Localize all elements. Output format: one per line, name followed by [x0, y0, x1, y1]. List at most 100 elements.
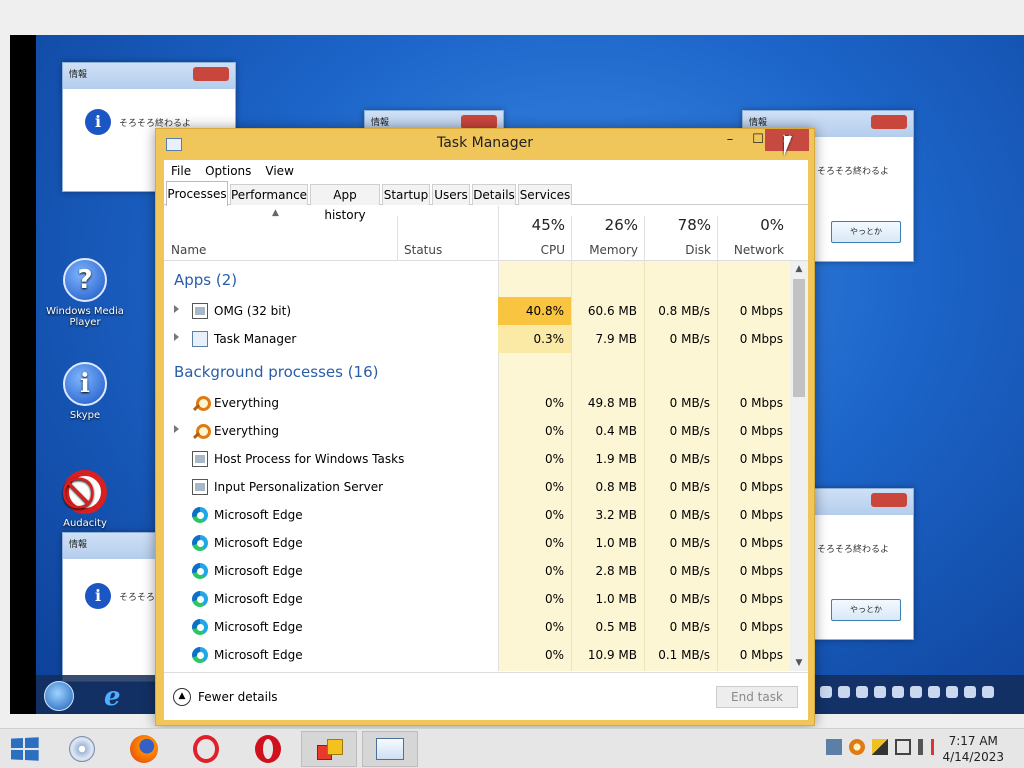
search-icon[interactable] [849, 739, 865, 755]
chevron-up-icon[interactable]: ▲ [173, 688, 191, 706]
taskbar-app-opera[interactable] [240, 731, 296, 767]
menu-file[interactable]: File [171, 164, 191, 178]
process-disk: 0.8 MB/s [658, 304, 710, 318]
title-bar[interactable]: Task Manager – ☐ ✕ [156, 129, 814, 160]
process-row[interactable]: Everything 0% 49.8 MB 0 MB/s 0 Mbps [164, 389, 790, 417]
tab-services[interactable]: Services [518, 184, 572, 205]
tab-performance[interactable]: Performance [230, 184, 308, 205]
end-task-button[interactable]: End task [716, 686, 798, 708]
system-clock[interactable]: 7:17 AM 4/14/2023 [942, 733, 1004, 765]
fewer-details-link[interactable]: Fewer details [198, 690, 278, 704]
message-box-close-button[interactable] [871, 115, 907, 129]
tray-icon[interactable] [856, 686, 868, 698]
tab-details[interactable]: Details [472, 184, 516, 205]
process-cpu: 0% [544, 480, 564, 494]
windows-start-icon[interactable] [11, 737, 39, 761]
process-row[interactable]: OMG (32 bit) 40.8% 60.6 MB 0.8 MB/s 0 Mbps [164, 297, 790, 325]
tray-icon[interactable] [874, 686, 886, 698]
flag-icon[interactable] [872, 739, 888, 755]
desktop-icon-media-player[interactable]: ? Windows Media Player [40, 258, 130, 328]
search-icon [192, 395, 211, 411]
column-memory[interactable]: 26% Memory [571, 206, 644, 261]
column-disk-label: Disk [685, 243, 711, 257]
tray-icon[interactable] [982, 686, 994, 698]
menu-bar: File Options View [164, 160, 808, 181]
edge-icon [192, 647, 208, 663]
expand-arrow-icon[interactable] [174, 333, 179, 341]
column-disk[interactable]: 78% Disk [644, 206, 717, 261]
tray-icon[interactable] [946, 686, 958, 698]
speaker-muted-icon[interactable] [918, 739, 934, 755]
process-row[interactable]: Microsoft Edge 0% 1.0 MB 0 MB/s 0 Mbps [164, 585, 790, 613]
host-taskbar: 7:17 AM 4/14/2023 [0, 728, 1024, 768]
task-manager-icon [192, 331, 208, 347]
process-cpu: 0% [544, 620, 564, 634]
process-row[interactable]: Microsoft Edge 0% 10.9 MB 0.1 MB/s 0 Mbps [164, 641, 790, 669]
scrollbar-thumb[interactable] [793, 279, 805, 397]
prohibited-icon: ⃠ [63, 470, 107, 514]
process-name: Host Process for Windows Tasks [214, 452, 405, 466]
message-box-close-button[interactable] [871, 493, 907, 507]
process-row[interactable]: Microsoft Edge 0% 3.2 MB 0 MB/s 0 Mbps [164, 501, 790, 529]
menu-view[interactable]: View [265, 164, 293, 178]
process-network: 0 Mbps [739, 564, 783, 578]
message-box-close-button[interactable] [461, 115, 497, 129]
tray-icon[interactable] [892, 686, 904, 698]
taskbar-app-task-manager[interactable] [362, 731, 418, 767]
message-box-ok-button[interactable]: やっとか [831, 599, 901, 621]
tray-icon[interactable] [910, 686, 922, 698]
monitor-icon[interactable] [826, 739, 842, 755]
expand-arrow-icon[interactable] [174, 305, 179, 313]
minimize-button[interactable]: – [716, 129, 744, 151]
tab-app-history[interactable]: App history [310, 184, 380, 222]
process-network: 0 Mbps [739, 536, 783, 550]
taskbar-app-tiles[interactable] [301, 731, 357, 767]
taskbar-app-firefox[interactable] [116, 731, 172, 767]
expand-arrow-icon[interactable] [174, 425, 179, 433]
process-row[interactable]: Input Personalization Server 0% 0.8 MB 0 MB… [164, 473, 790, 501]
vertical-scrollbar[interactable]: ▲ ▼ [790, 261, 808, 671]
process-memory: 1.0 MB [595, 536, 637, 550]
internet-explorer-icon[interactable]: e [104, 682, 121, 712]
desktop-icon-audacity[interactable]: ⃠ Audacity [40, 470, 130, 529]
column-status[interactable]: Status [398, 206, 498, 261]
tab-processes[interactable]: Processes [166, 181, 228, 206]
process-cpu: 0% [544, 564, 564, 578]
column-network[interactable]: 0% Network [717, 206, 790, 261]
process-row[interactable]: Microsoft Edge 0% 1.0 MB 0 MB/s 0 Mbps [164, 529, 790, 557]
info-icon: i [63, 362, 107, 406]
desktop-icon-skype[interactable]: i Skype [40, 362, 130, 421]
taskbar-app-disc[interactable] [54, 731, 110, 767]
process-memory: 10.9 MB [587, 648, 637, 662]
tab-startup[interactable]: Startup [382, 184, 430, 205]
clock-date: 4/14/2023 [942, 750, 1004, 764]
process-name: Everything [214, 396, 279, 410]
tray-icon[interactable] [964, 686, 976, 698]
process-memory: 0.8 MB [595, 480, 637, 494]
process-list: Apps (2) OMG (32 bit) 40.8% 60.6 MB 0.8 MB/s… [164, 261, 790, 671]
group-header: Apps (2) [164, 261, 790, 297]
taskbar-app-opera-outline[interactable] [178, 731, 234, 767]
scroll-down-icon[interactable]: ▼ [790, 655, 808, 671]
column-cpu[interactable]: 45% CPU [498, 206, 571, 261]
process-memory: 1.0 MB [595, 592, 637, 606]
column-name[interactable]: Name [164, 206, 397, 261]
tray-icon[interactable] [838, 686, 850, 698]
tray-icon[interactable] [928, 686, 940, 698]
tray-icon[interactable] [820, 686, 832, 698]
menu-options[interactable]: Options [205, 164, 251, 178]
process-row[interactable]: Microsoft Edge 0% 0.5 MB 0 MB/s 0 Mbps [164, 613, 790, 641]
message-box-ok-button[interactable]: やっとか [831, 221, 901, 243]
tab-users[interactable]: Users [432, 184, 470, 205]
process-row[interactable]: Host Process for Windows Tasks 0% 1.9 MB 0 … [164, 445, 790, 473]
process-row[interactable]: Microsoft Edge 0% 2.8 MB 0 MB/s 0 Mbps [164, 557, 790, 585]
process-row[interactable]: Everything 0% 0.4 MB 0 MB/s 0 Mbps [164, 417, 790, 445]
network-icon[interactable] [895, 739, 911, 755]
network-total: 0% [760, 216, 784, 234]
process-row[interactable]: Task Manager 0.3% 7.9 MB 0 MB/s 0 Mbps [164, 325, 790, 353]
guest-start-orb[interactable] [44, 681, 74, 711]
process-network: 0 Mbps [739, 480, 783, 494]
message-box-close-button[interactable] [193, 67, 229, 81]
process-name: Microsoft Edge [214, 508, 303, 522]
scroll-up-icon[interactable]: ▲ [790, 261, 808, 277]
